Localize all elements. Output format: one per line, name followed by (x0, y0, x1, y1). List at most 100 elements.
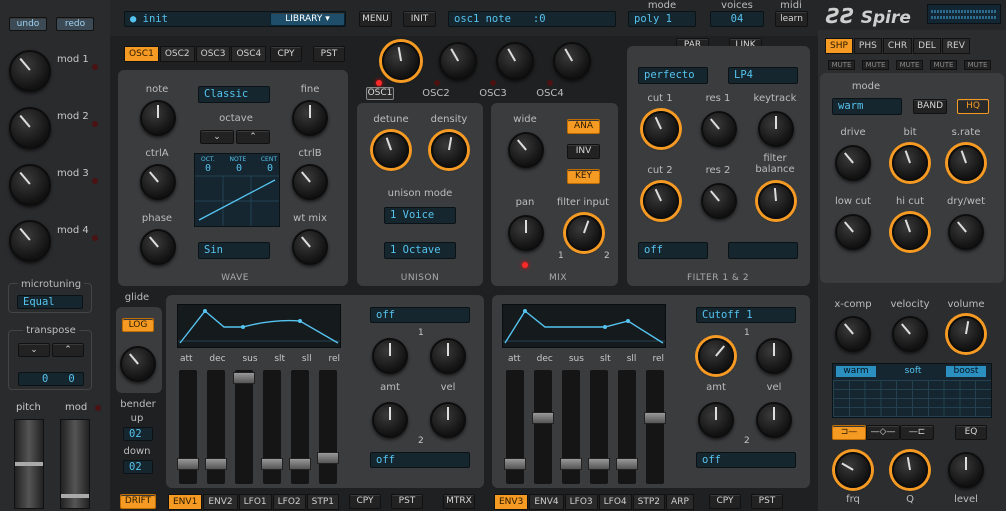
tab-shp[interactable]: SHP (825, 38, 853, 54)
mute-del-button[interactable]: MUTE (930, 60, 957, 70)
env2-sus-fader[interactable] (560, 370, 582, 484)
wide-knob[interactable] (508, 132, 544, 168)
tab-env1[interactable]: ENV1 (168, 494, 203, 510)
tab-stp2[interactable]: STP2 (632, 494, 666, 510)
band-button[interactable]: BAND (913, 99, 947, 114)
mute-rev-button[interactable]: MUTE (964, 60, 991, 70)
ctrlb-knob[interactable] (292, 164, 328, 200)
transpose-down-button[interactable]: ⌄ (18, 343, 50, 357)
osc-copy-button[interactable]: CPY (270, 46, 302, 62)
env1-sll-fader[interactable] (289, 370, 311, 484)
env1-dec-fader[interactable] (205, 370, 227, 484)
filter-input-knob[interactable] (566, 215, 602, 251)
transpose-up-button[interactable]: ⌃ (52, 343, 84, 357)
cut1-knob[interactable] (643, 111, 679, 147)
tab-stp1[interactable]: STP1 (306, 494, 340, 510)
init-button[interactable]: INIT (403, 11, 436, 27)
drywet-knob[interactable] (948, 214, 984, 250)
env2-att-fader[interactable] (504, 370, 526, 484)
env-right-paste-button[interactable]: PST (751, 494, 783, 509)
filter1-type-display[interactable]: perfecto (638, 67, 708, 84)
filter-balance-knob[interactable] (758, 183, 794, 219)
mod4-knob[interactable] (9, 220, 51, 262)
tab-lfo2[interactable]: LFO2 (272, 494, 306, 510)
phase-knob[interactable] (140, 229, 176, 265)
env2-dec-fader[interactable] (532, 370, 554, 484)
tab-osc2[interactable]: OSC2 (159, 46, 195, 62)
eq-button[interactable]: EQ (955, 425, 987, 440)
res2-knob[interactable] (701, 183, 737, 219)
env2-dest1-display[interactable]: Cutoff 1 (696, 307, 796, 323)
env1-slt-fader[interactable] (261, 370, 283, 484)
wtmix-knob[interactable] (292, 229, 328, 265)
osc1-select[interactable]: OSC1 (366, 87, 394, 100)
tab-osc1[interactable]: OSC1 (124, 46, 159, 62)
env1-amt2-knob[interactable] (372, 402, 408, 438)
tab-chr[interactable]: CHR (882, 38, 913, 54)
detune-knob[interactable] (373, 132, 409, 168)
undo-button[interactable]: undo (9, 17, 47, 31)
ana-button[interactable]: ANA (567, 119, 600, 134)
matrix-button[interactable]: MTRX (443, 494, 475, 509)
key-button[interactable]: KEY (567, 169, 600, 184)
keytrack-knob[interactable] (758, 111, 794, 147)
bit-knob[interactable] (892, 145, 928, 181)
fx-mode-display[interactable]: warm (832, 98, 902, 115)
env2-rel-fader[interactable] (644, 370, 666, 484)
tab-del[interactable]: DEL (913, 38, 941, 54)
tab-env2[interactable]: ENV2 (203, 494, 238, 510)
osc1-level-knob[interactable] (382, 42, 420, 80)
tab-arp[interactable]: ARP (666, 494, 694, 510)
tab-env4[interactable]: ENV4 (529, 494, 564, 510)
filter1-off-display[interactable]: off (638, 242, 708, 259)
env1-sus-fader[interactable] (233, 370, 255, 484)
mute-chr-button[interactable]: MUTE (896, 60, 923, 70)
osc2-select[interactable]: OSC2 (422, 88, 450, 99)
octave-down-button[interactable]: ⌄ (200, 130, 234, 144)
mod3-knob[interactable] (9, 164, 51, 206)
env1-att-fader[interactable] (177, 370, 199, 484)
tab-phs[interactable]: PHS (853, 38, 882, 54)
redo-button[interactable]: redo (56, 17, 94, 31)
osc3-select[interactable]: OSC3 (479, 88, 507, 99)
osc4-select[interactable]: OSC4 (536, 88, 564, 99)
env1-vel2-knob[interactable] (430, 402, 466, 438)
wave-shape-display[interactable]: Sin (198, 242, 270, 259)
wave-mode-display[interactable]: Classic (198, 86, 270, 103)
xcomp-knob[interactable] (835, 316, 871, 352)
menu-button[interactable]: MENU (359, 11, 392, 27)
mute-phs-button[interactable]: MUTE (862, 60, 889, 70)
transpose-display[interactable]: 00 (18, 372, 84, 386)
tab-lfo4[interactable]: LFO4 (598, 494, 632, 510)
note-knob[interactable] (140, 100, 176, 136)
env2-dest2-display[interactable]: off (696, 452, 796, 468)
pan-knob[interactable] (508, 215, 544, 251)
tab-osc3[interactable]: OSC3 (195, 46, 231, 62)
microtuning-display[interactable]: Equal (17, 295, 83, 309)
mod1-knob[interactable] (9, 50, 51, 92)
library-button[interactable]: LIBRARY ▾ (270, 12, 345, 26)
velocity-knob[interactable] (892, 316, 928, 352)
env2-amt1-knob[interactable] (698, 338, 734, 374)
mod2-knob[interactable] (9, 107, 51, 149)
env2-vel1-knob[interactable] (756, 338, 792, 374)
osc-paste-button[interactable]: PST (313, 46, 345, 62)
pitch-wheel[interactable] (14, 419, 44, 509)
env-left-paste-button[interactable]: PST (391, 494, 423, 509)
cut2-knob[interactable] (643, 183, 679, 219)
env1-vel1-knob[interactable] (430, 338, 466, 374)
tab-osc4[interactable]: OSC4 (231, 46, 267, 62)
glide-log-button[interactable]: LOG (122, 318, 154, 332)
unison-voice-display[interactable]: 1 Voice (384, 207, 456, 224)
midi-learn-button[interactable]: learn (775, 11, 808, 27)
env2-vel2-knob[interactable] (756, 402, 792, 438)
glide-knob[interactable] (120, 346, 156, 382)
inv-button[interactable]: INV (567, 144, 600, 159)
ctrla-knob[interactable] (140, 164, 176, 200)
drift-button[interactable]: DRIFT (120, 494, 156, 509)
eq-peak-button[interactable]: —◇— (866, 425, 900, 440)
drive-knob[interactable] (835, 145, 871, 181)
frq-knob[interactable] (835, 452, 871, 488)
eq-tab-warm[interactable]: warm (836, 366, 876, 377)
level-knob[interactable] (948, 452, 984, 488)
